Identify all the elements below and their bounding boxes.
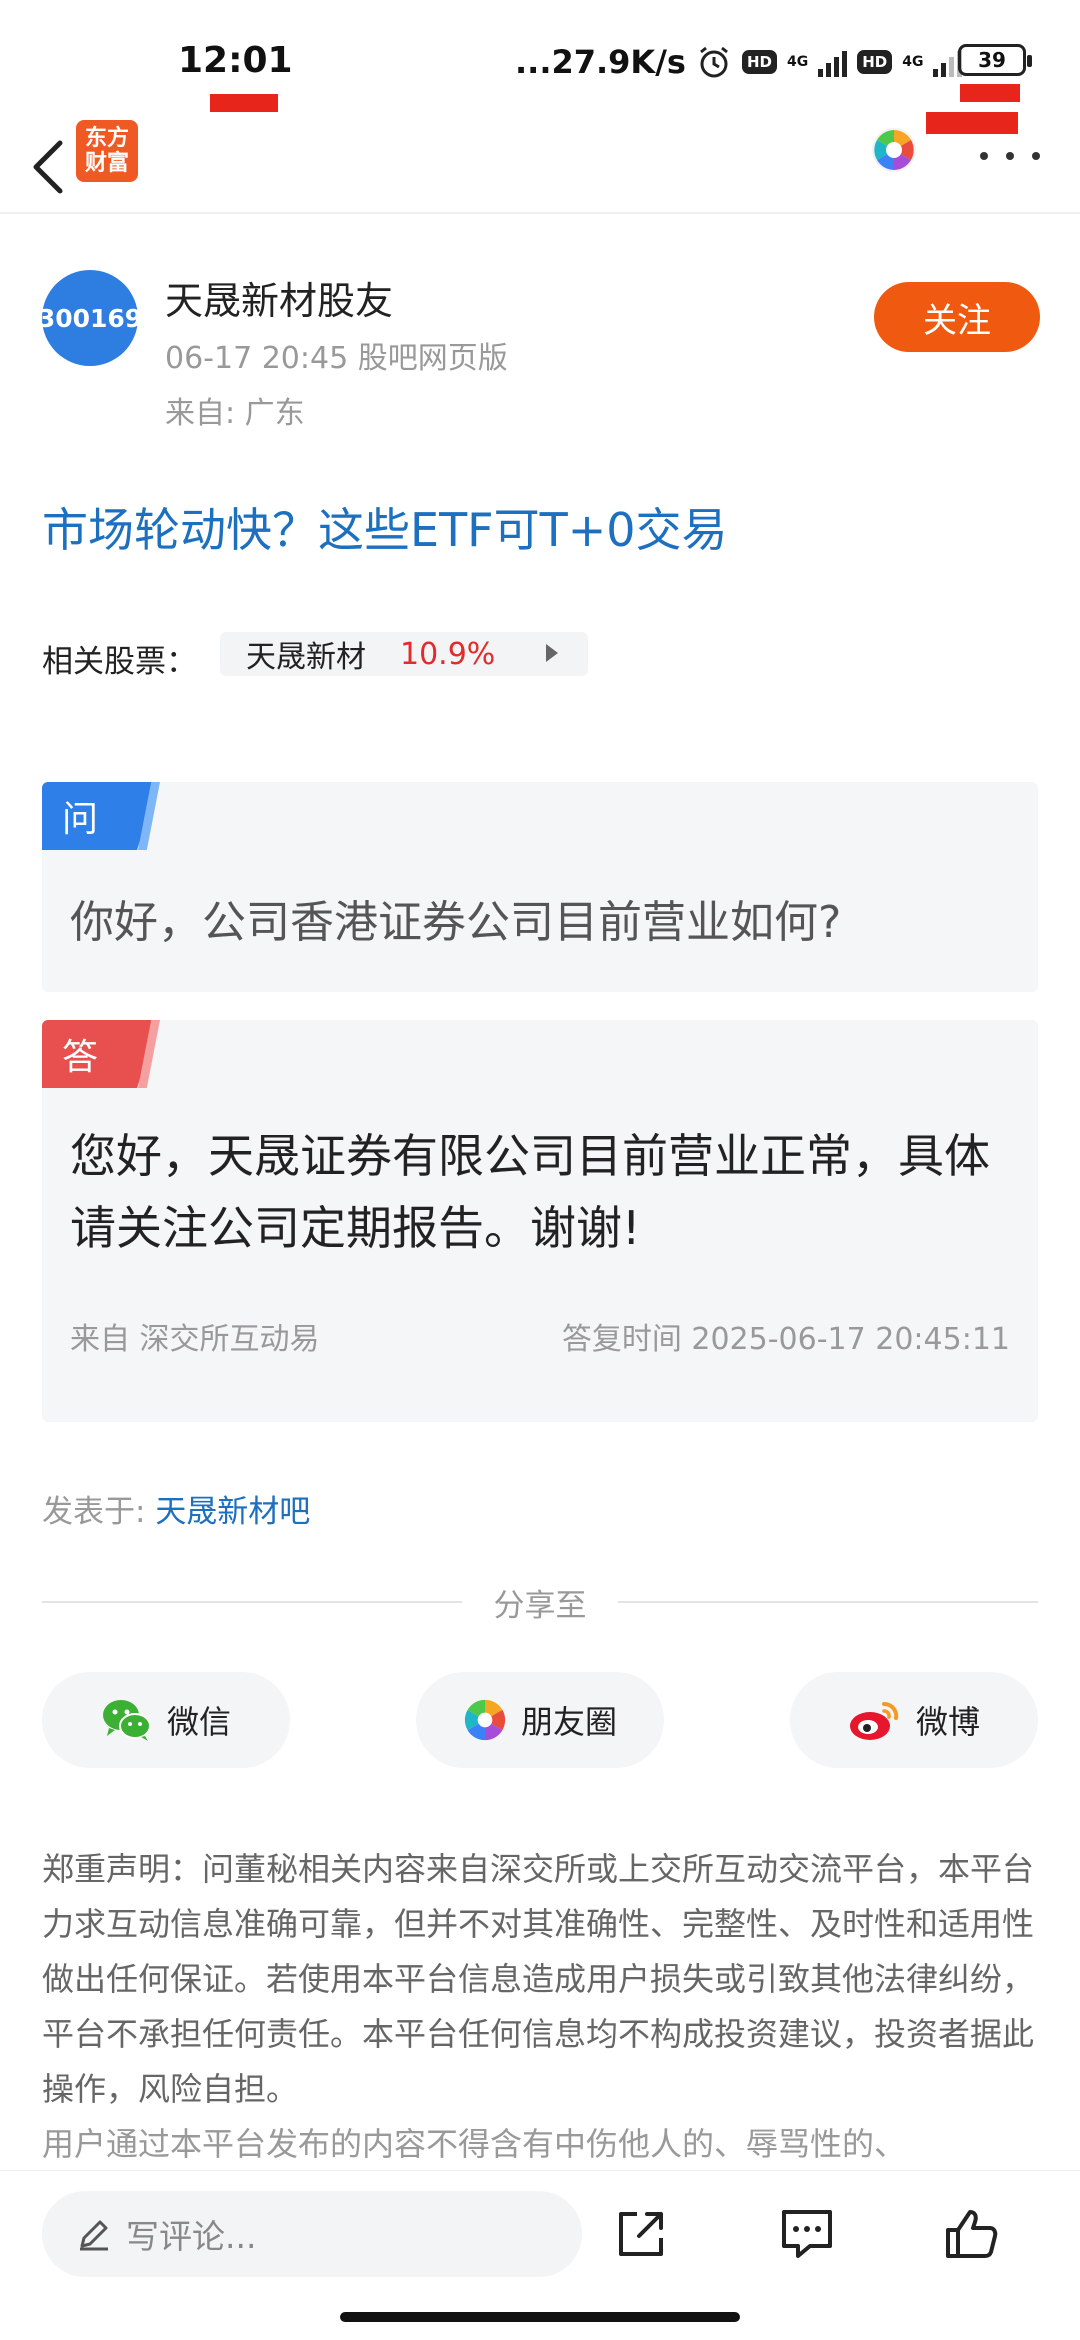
status-bar: 12:01 ...27.9K/s HD 4G HD 4G 39	[0, 0, 1080, 134]
avatar[interactable]: 300169	[38, 270, 142, 366]
disclaimer-paragraph: 用户通过本平台发布的内容不得含有中伤他人的、辱骂性的、	[42, 2125, 907, 2163]
related-stocks-label: 相关股票：	[42, 644, 197, 680]
logo-text: 财富	[84, 151, 129, 176]
share-wechat-label: 微信	[166, 1703, 231, 1741]
post-meta: 06-17 20:45 股吧网页版	[165, 341, 508, 376]
follow-button[interactable]: 关注	[874, 282, 1040, 352]
author-name[interactable]: 天晟新材股友	[165, 270, 393, 325]
share-moments-button[interactable]: 朋友圈	[416, 1672, 664, 1768]
share-label: 分享至	[493, 1588, 587, 1624]
share-button[interactable]	[606, 2199, 676, 2269]
back-button[interactable]	[18, 120, 78, 214]
status-indicators: ...27.9K/s HD 4G HD 4G	[515, 40, 963, 84]
network-type: 4G	[786, 54, 809, 70]
comments-button[interactable]	[772, 2199, 842, 2269]
pencil-icon	[80, 2220, 108, 2251]
wechat-icon	[102, 1700, 151, 1741]
chevron-left-icon	[33, 140, 63, 194]
posted-in-label: 发表于:	[42, 1494, 156, 1530]
hd-badge: HD	[857, 50, 893, 74]
comment-placeholder: 写评论...	[126, 2217, 257, 2256]
comment-icon	[782, 2210, 832, 2258]
answer-source: 来自 深交所互动易	[70, 1322, 320, 1357]
answer-text: 您好，天晟证券有限公司目前营业正常，具体请关注公司定期报告。谢谢!	[70, 1129, 990, 1255]
related-stock-chip[interactable]: 天晟新材 10.9%	[220, 632, 588, 676]
stock-change: 10.9%	[400, 636, 496, 672]
thumbs-up-icon	[946, 2210, 998, 2258]
share-moments-label: 朋友圈	[520, 1703, 617, 1741]
share-icon	[619, 2212, 663, 2256]
redaction-mark	[960, 84, 1020, 102]
more-options-button[interactable]	[980, 136, 1040, 176]
home-indicator[interactable]	[340, 2312, 740, 2322]
disclaimer: 郑重声明：问董秘相关内容来自深交所或上交所互动交流平台，本平台力求互动信息准确可…	[42, 1842, 1042, 2172]
network-type: 4G	[902, 54, 924, 70]
bar-link[interactable]: 天晟新材吧	[155, 1494, 310, 1530]
question-card: 问 你好，公司香港证券公司目前营业如何?	[42, 782, 1038, 992]
arrow-right-icon	[546, 644, 558, 662]
question-text: 你好，公司香港证券公司目前营业如何?	[70, 897, 842, 948]
network-speed: ...27.9K/s	[515, 43, 686, 81]
comment-input[interactable]: 写评论...	[42, 2191, 582, 2277]
answer-time: 答复时间 2025-06-17 20:45:11	[561, 1322, 1010, 1357]
stock-name: 天晟新材	[246, 640, 366, 675]
aperture-icon[interactable]	[870, 126, 918, 174]
posted-in: 发表于: 天晟新材吧	[42, 1486, 310, 1531]
like-button[interactable]	[936, 2199, 1006, 2269]
share-weibo-label: 微博	[915, 1703, 980, 1741]
redaction-mark	[210, 94, 278, 112]
status-time: 12:01	[178, 40, 293, 81]
top-nav-bar: 东方 财富	[0, 120, 1080, 214]
aperture-icon	[464, 1699, 506, 1741]
share-weibo-button[interactable]: 微博	[790, 1672, 1038, 1768]
hd-badge: HD	[741, 50, 777, 74]
weibo-icon	[849, 1701, 899, 1740]
share-wechat-button[interactable]: 微信	[42, 1672, 290, 1768]
logo-text: 东方	[84, 126, 129, 151]
disclaimer-paragraph: 郑重声明：问董秘相关内容来自深交所或上交所互动交流平台，本平台力求互动信息准确可…	[42, 1850, 1035, 2108]
post-title-link[interactable]: 市场轮动快？这些ETF可T+0交易	[42, 494, 728, 560]
post-location: 来自: 广东	[165, 396, 305, 431]
app-logo: 东方 财富	[76, 120, 138, 182]
signal-icon	[818, 47, 848, 77]
alarm-icon	[700, 46, 728, 78]
battery-icon: 39	[958, 44, 1032, 76]
answer-card: 答 您好，天晟证券有限公司目前营业正常，具体请关注公司定期报告。谢谢! 来自 深…	[42, 1020, 1038, 1422]
